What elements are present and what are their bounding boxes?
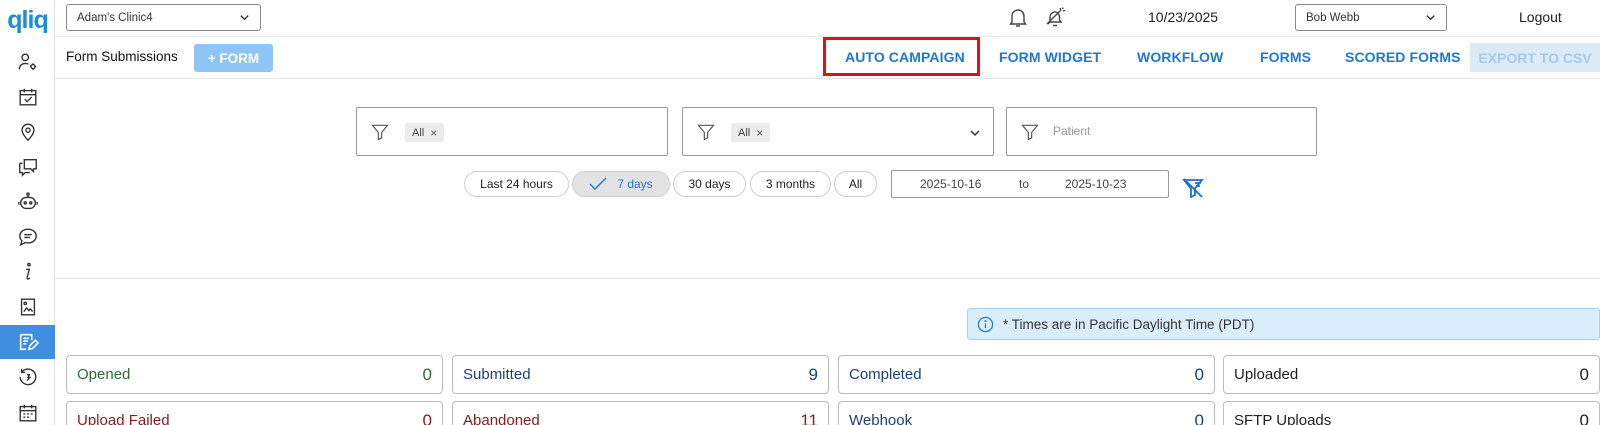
chevron-down-icon[interactable] (969, 127, 981, 139)
stat-card-completed[interactable]: Completed 0 (838, 355, 1215, 394)
filter-funnel-icon (1021, 124, 1039, 141)
filter-box-1[interactable]: All × (356, 107, 668, 156)
add-form-button[interactable]: + FORM (194, 44, 273, 72)
stat-card-upload-failed[interactable]: Upload Failed 0 (66, 401, 443, 425)
stat-value: 0 (1194, 365, 1204, 384)
date-range-input[interactable]: 2025-10-16 to 2025-10-23 (891, 170, 1169, 198)
announcement-bell-icon[interactable] (1043, 5, 1067, 29)
messages-icon[interactable] (0, 150, 55, 184)
user-settings-icon[interactable] (0, 45, 55, 79)
stat-card-uploaded[interactable]: Uploaded 0 (1223, 355, 1600, 394)
clear-filter-icon[interactable] (1181, 176, 1205, 200)
stat-label: Completed (849, 366, 922, 383)
clinic-select[interactable]: Adam's Clinic4 (66, 4, 261, 31)
date-to: 2025-10-23 (1065, 177, 1127, 191)
history-icon[interactable] (0, 360, 55, 394)
stat-value: 0 (1194, 411, 1204, 425)
range-3-months[interactable]: 3 months (750, 171, 831, 197)
stat-value: 0 (1579, 365, 1589, 384)
filter-chip[interactable]: All × (731, 123, 771, 142)
timezone-notice-text: * Times are in Pacific Daylight Time (PD… (1003, 316, 1255, 332)
nav-workflow[interactable]: WORKFLOW (1137, 49, 1223, 65)
stat-value: 0 (422, 411, 432, 425)
bot-icon[interactable] (0, 185, 55, 219)
stat-label: Opened (77, 366, 131, 383)
date-from: 2025-10-16 (920, 177, 982, 191)
filter-box-2[interactable]: All × (682, 107, 994, 156)
filter-chip-label: All (738, 126, 751, 139)
range-last-24-hours[interactable]: Last 24 hours (464, 171, 569, 197)
stat-card-submitted[interactable]: Submitted 9 (452, 355, 829, 394)
nav-form-widget[interactable]: FORM WIDGET (999, 49, 1101, 65)
stat-label: SFTP Uploads (1234, 412, 1332, 425)
forms-edit-icon[interactable] (0, 325, 55, 359)
page-header-bar: Form Submissions + FORM AUTO CAMPAIGN FO… (55, 37, 1600, 79)
range-30-days[interactable]: 30 days (673, 171, 746, 197)
calendar-check-icon[interactable] (0, 80, 55, 114)
user-select-value: Bob Webb (1306, 11, 1360, 24)
stat-value: 0 (422, 365, 432, 384)
stat-label: Upload Failed (77, 412, 170, 425)
logout-link[interactable]: Logout (1519, 9, 1562, 25)
stat-card-opened[interactable]: Opened 0 (66, 355, 443, 394)
top-bar: Adam's Clinic4 10/23/2025 Bob Webb Logou… (55, 0, 1600, 37)
section-divider (55, 278, 1600, 279)
page-title: Form Submissions (66, 49, 178, 64)
nav-forms[interactable]: FORMS (1260, 49, 1311, 65)
image-document-icon[interactable] (0, 290, 55, 324)
date-to-separator: to (1019, 177, 1030, 191)
stat-value: 11 (800, 411, 818, 425)
clinic-select-value: Adam's Clinic4 (77, 11, 153, 24)
sidebar: qliq (0, 0, 55, 425)
stat-label: Uploaded (1234, 366, 1299, 383)
range-all[interactable]: All (834, 171, 877, 197)
export-to-csv-button[interactable]: EXPORT TO CSV (1470, 43, 1600, 72)
timezone-notice: * Times are in Pacific Daylight Time (PD… (967, 308, 1600, 340)
stat-value: 9 (808, 365, 818, 384)
chip-remove-icon[interactable]: × (756, 126, 763, 140)
location-pin-icon[interactable] (0, 115, 55, 149)
patient-input-placeholder: Patient (1053, 124, 1091, 138)
stat-label: Abandoned (463, 412, 540, 425)
filter-chip[interactable]: All × (405, 123, 445, 142)
nav-auto-campaign[interactable]: AUTO CAMPAIGN (845, 49, 965, 65)
range-7-days[interactable]: 7 days (572, 171, 670, 197)
bell-icon[interactable] (1006, 5, 1030, 29)
range-7-days-label: 7 days (617, 177, 653, 191)
user-select[interactable]: Bob Webb (1295, 4, 1447, 31)
chat-bubble-icon[interactable] (0, 220, 55, 254)
chevron-down-icon (1426, 15, 1435, 21)
filter-funnel-icon (371, 124, 389, 141)
stat-label: Webhook (849, 412, 913, 425)
stat-card-abandoned[interactable]: Abandoned 11 (452, 401, 829, 425)
info-circle-icon (977, 316, 994, 332)
calendar-grid-icon[interactable] (0, 396, 55, 425)
app-root: qliq Adam's Clinic4 10/23/2025 Bob Webb … (0, 0, 1600, 425)
stat-card-webhook[interactable]: Webhook 0 (838, 401, 1215, 425)
current-date: 10/23/2025 (1148, 9, 1219, 25)
patient-filter-box[interactable]: Patient (1006, 107, 1317, 156)
chevron-down-icon (240, 15, 249, 21)
check-icon (589, 177, 607, 190)
qliq-logo[interactable]: qliq (0, 6, 55, 34)
stat-value: 0 (1579, 411, 1589, 425)
nav-scored-forms[interactable]: SCORED FORMS (1345, 49, 1461, 65)
filter-chip-label: All (412, 126, 425, 139)
stat-label: Submitted (463, 366, 531, 383)
chip-remove-icon[interactable]: × (430, 126, 437, 140)
filter-funnel-icon (697, 124, 715, 141)
stat-card-sftp-uploads[interactable]: SFTP Uploads 0 (1223, 401, 1600, 425)
info-icon[interactable] (0, 255, 55, 289)
